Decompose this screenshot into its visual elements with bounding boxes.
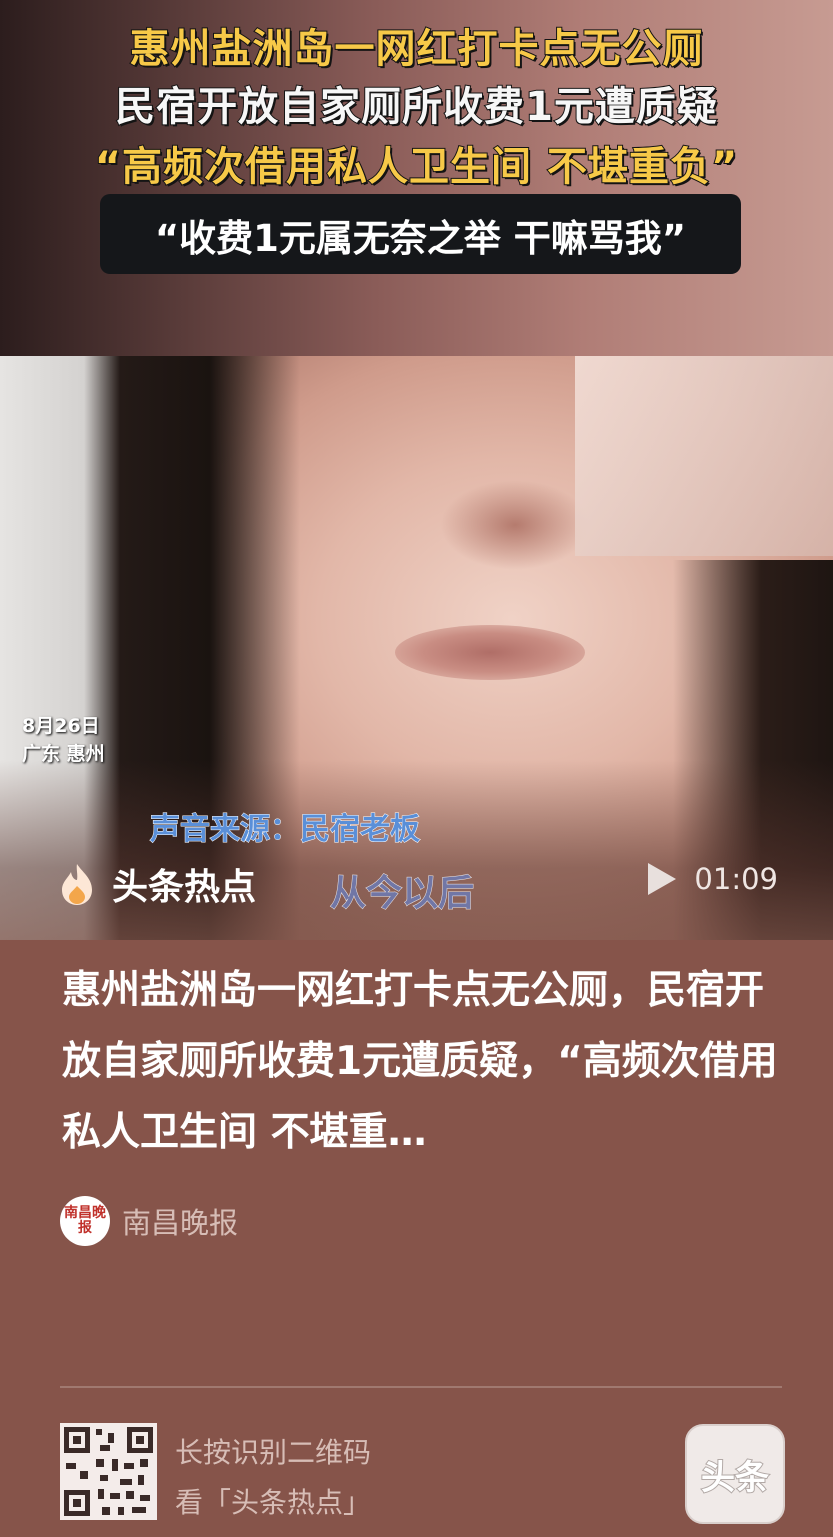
duration-text: 01:09 [694, 862, 778, 896]
video-date-location: 8月26日 广东 惠州 [22, 712, 105, 768]
qr-line2: 看「头条热点」 [175, 1486, 372, 1519]
play-icon[interactable] [648, 863, 677, 895]
mosaic-blur [575, 356, 833, 556]
video-headline-line3: “高频次借用私人卫生间 不堪重负” [94, 143, 739, 191]
video-quote-text: “收费1元属无奈之举 干嘛骂我” [154, 217, 687, 260]
flame-icon [58, 862, 96, 906]
qr-line1: 长按识别二维码 [175, 1436, 372, 1469]
qr-instructions: 长按识别二维码 看「头条热点」 [175, 1428, 371, 1528]
brand-name: 头条热点 [112, 867, 257, 908]
video-date: 8月26日 [22, 715, 100, 737]
video-quote-box: “收费1元属无奈之举 干嘛骂我” [100, 194, 741, 274]
video-frame-nose [440, 480, 590, 570]
video-frame-mouth [395, 625, 585, 680]
video-player[interactable]: 惠州盐洲岛一网红打卡点无公厕 民宿开放自家厕所收费1元遭质疑 “高频次借用私人卫… [0, 0, 833, 940]
article-title[interactable]: 惠州盐洲岛一网红打卡点无公厕，民宿开放自家厕所收费1元遭质疑，“高频次借用私人卫… [62, 955, 782, 1168]
video-headline-line2: 民宿开放自家厕所收费1元遭质疑 [114, 83, 718, 131]
video-location: 广东 惠州 [22, 743, 105, 765]
publisher-name: 南昌晚报 [122, 1206, 239, 1240]
publisher-logo: 南昌晚报 [60, 1196, 110, 1246]
qr-code-icon [64, 1427, 153, 1516]
qr-code[interactable] [60, 1423, 157, 1520]
divider [60, 1386, 782, 1388]
video-brand: 头条热点 [58, 858, 256, 910]
video-duration[interactable]: 01:09 [648, 862, 778, 896]
video-source-caption: 声音来源：民宿老板 [150, 812, 421, 848]
video-headline-line1: 惠州盐洲岛一网红打卡点无公厕 [129, 25, 704, 73]
app-badge-text: 头条 [700, 1457, 770, 1499]
video-subtitle: 从今以后 [329, 873, 475, 915]
app-badge[interactable]: 头条 [685, 1424, 785, 1524]
publisher[interactable]: 南昌晚报 南昌晚报 [60, 1196, 238, 1246]
publisher-logo-text: 南昌晚报 [64, 1205, 106, 1236]
